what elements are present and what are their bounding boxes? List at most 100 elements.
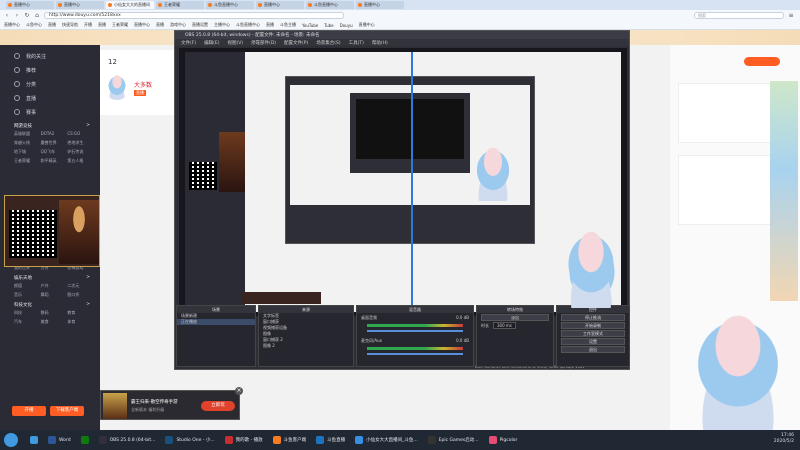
bookmark-item[interactable]: Douyu <box>340 23 353 28</box>
taskbar-app[interactable] <box>26 432 42 448</box>
bookmark-item[interactable]: 游戏中心 <box>170 22 186 28</box>
taskbar-app[interactable]: 斗鱼客户端 <box>269 432 311 448</box>
forward-arrow-icon[interactable]: › <box>14 12 20 19</box>
control-button[interactable]: 工作室模式 <box>561 330 625 337</box>
bookmark-item[interactable]: 直播设置 <box>192 22 208 28</box>
category-item[interactable]: 穿越火线 <box>14 140 41 146</box>
control-button[interactable]: 退出 <box>561 346 625 353</box>
browser-tab[interactable]: 斗鱼直播中心 <box>206 1 254 9</box>
browser-tab[interactable]: 王者荣耀 <box>156 1 204 9</box>
menu-icon[interactable]: ≡ <box>788 12 794 19</box>
back-arrow-icon[interactable]: ‹ <box>4 12 10 19</box>
sidebar-nav-item[interactable]: 我的关注 <box>0 49 100 63</box>
tray-clock[interactable]: 17:46 2020/5/2 <box>774 433 794 445</box>
obs-menu-item[interactable]: 配置文件(P) <box>284 40 308 46</box>
bookmark-item[interactable]: 主播中心 <box>214 22 230 28</box>
taskbar-app[interactable]: OBS 25.0.8 (64-bit... <box>95 432 160 448</box>
category-item[interactable]: 音乐 <box>14 292 41 298</box>
taskbar-app[interactable] <box>77 432 93 448</box>
category-item[interactable]: QQ飞车 <box>41 149 68 155</box>
taskbar-app[interactable]: Epic Games启动... <box>424 432 483 448</box>
browser-tab[interactable]: 直播中心 <box>56 1 104 9</box>
category-item[interactable]: 炉石传说 <box>67 149 94 155</box>
control-button[interactable]: 设置 <box>561 338 625 345</box>
avatar[interactable] <box>104 74 130 100</box>
category-item[interactable]: 舞蹈 <box>41 292 68 298</box>
ad-play-button[interactable]: 立即玩 <box>201 401 235 411</box>
obs-menu-item[interactable]: 停靠部件(D) <box>251 40 276 46</box>
scene-item[interactable]: 正在播放 <box>177 319 255 325</box>
bookmark-item[interactable]: 直播中心 <box>4 22 20 28</box>
bookmark-item[interactable]: 直播中心 <box>134 22 150 28</box>
download-client-button[interactable]: 下载客户端 <box>50 406 84 416</box>
category-more-link[interactable]: > <box>86 275 90 281</box>
bookmark-item[interactable]: 斗鱼中心 <box>26 22 42 28</box>
category-item[interactable]: CS:GO <box>67 131 94 137</box>
bookmark-item[interactable]: 斗鱼主播 <box>280 22 296 28</box>
category-item[interactable]: 教育 <box>67 310 94 316</box>
taskbar-app[interactable]: Word <box>44 432 75 448</box>
duration-input[interactable]: 300 ms <box>493 322 516 329</box>
category-item[interactable]: 魔兽世界 <box>41 140 68 146</box>
category-item[interactable]: 颜值 <box>14 283 41 289</box>
category-more-link[interactable]: > <box>86 123 90 129</box>
category-item[interactable]: 二次元 <box>67 283 94 289</box>
category-item[interactable]: 美食 <box>41 319 68 325</box>
browser-tab[interactable]: 直播中心 <box>256 1 304 9</box>
close-icon[interactable]: × <box>235 387 243 395</box>
taskbar-app[interactable]: 斗鱼直播 <box>312 432 349 448</box>
sidebar-nav-item[interactable]: 分类 <box>0 77 100 91</box>
category-item[interactable]: 王者荣耀 <box>14 158 41 164</box>
bookmark-item[interactable]: 快速导航 <box>62 22 78 28</box>
category-item[interactable]: 科技 <box>14 310 41 316</box>
bookmark-item[interactable]: 直播 <box>266 22 274 28</box>
category-item[interactable]: 绝地求生 <box>67 140 94 146</box>
browser-search-input[interactable]: 搜索 <box>694 12 784 19</box>
taskbar-app[interactable]: 我的歌 - 播放 <box>221 432 267 448</box>
category-item[interactable]: 汽车 <box>14 319 41 325</box>
category-item[interactable]: 第五人格 <box>67 158 94 164</box>
bookmark-item[interactable]: 直播 <box>48 22 56 28</box>
streamer-name[interactable]: 大多数 <box>134 80 152 89</box>
subscribe-button[interactable] <box>744 57 780 66</box>
obs-menu-item[interactable]: 编辑(E) <box>204 40 219 46</box>
sidebar-nav-item[interactable]: 赛事 <box>0 105 100 119</box>
category-item[interactable]: 户外 <box>41 283 68 289</box>
category-item[interactable]: 地下城 <box>14 149 41 155</box>
bookmark-item[interactable]: 王者荣耀 <box>112 22 128 28</box>
category-more-link[interactable]: > <box>86 302 90 308</box>
bookmark-item[interactable]: 直播中心 <box>359 22 375 28</box>
control-button[interactable]: 开始录制 <box>561 322 625 329</box>
url-input[interactable]: http://www.douyu.com/5218xxx <box>44 12 344 19</box>
promo-qr-card[interactable] <box>4 195 100 267</box>
bookmark-item[interactable]: Tube <box>324 23 333 28</box>
sidebar-nav-item[interactable]: 直播 <box>0 91 100 105</box>
category-item[interactable]: 和平精英 <box>41 158 68 164</box>
category-item[interactable]: 脱口秀 <box>67 292 94 298</box>
obs-menu-item[interactable]: 场景集合(S) <box>316 40 340 46</box>
browser-tab[interactable]: 小仙女大大的直播间 <box>106 1 154 9</box>
category-item[interactable]: 体育 <box>67 319 94 325</box>
category-item[interactable]: 英雄联盟 <box>14 131 41 137</box>
taskbar-app[interactable]: Pigcolor <box>485 432 522 448</box>
start-button-icon[interactable] <box>4 433 18 447</box>
sidebar-nav-item[interactable]: 推荐 <box>0 63 100 77</box>
control-button[interactable]: 停止推流 <box>561 314 625 321</box>
volume-slider[interactable] <box>367 353 463 355</box>
browser-tab[interactable]: 斗鱼直播中心 <box>306 1 354 9</box>
bookmark-item[interactable]: 开播 <box>84 22 92 28</box>
volume-slider[interactable] <box>367 330 463 332</box>
category-item[interactable]: 数码 <box>41 310 68 316</box>
bookmark-item[interactable]: 直播 <box>98 22 106 28</box>
obs-menu-item[interactable]: 视图(V) <box>227 40 243 46</box>
bookmark-item[interactable]: YouTube <box>302 23 318 28</box>
transition-type-select[interactable]: 淡出 <box>481 314 549 321</box>
obs-menu-item[interactable]: 工具(T) <box>349 40 364 46</box>
browser-tab[interactable]: 直播中心 <box>356 1 404 9</box>
obs-menu-item[interactable]: 帮助(H) <box>372 40 388 46</box>
bookmark-item[interactable]: 斗鱼直播中心 <box>236 22 260 28</box>
game-ad-popup[interactable]: 霸王归来-散空传奇手游 全新版本 福利升级 立即玩 × <box>100 387 243 420</box>
source-item[interactable]: 图像 2 <box>259 343 353 349</box>
taskbar-app[interactable]: Studio One - 小... <box>161 432 218 448</box>
side-promo-image[interactable] <box>770 81 798 301</box>
